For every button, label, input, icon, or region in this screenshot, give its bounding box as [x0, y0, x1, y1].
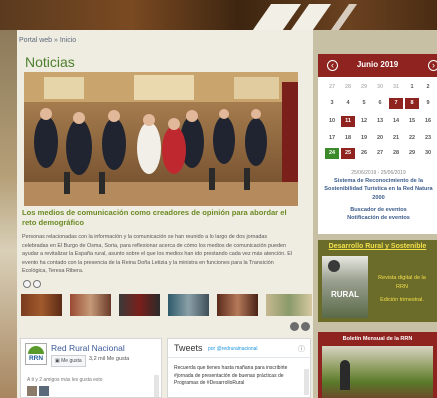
event-title-link[interactable]: Sistema de Reconocimiento de la Sostenib…	[320, 177, 437, 202]
rrn-facebook-box: RRN Red Rural Nacional ▣ Me gusta 3,2 mi…	[20, 338, 162, 398]
calendar-month: Junio 2019	[356, 60, 399, 69]
event-date-range: 25/06/2019 - 25/06/2019	[351, 170, 406, 176]
boletin-image[interactable]	[322, 346, 433, 398]
magazine-line-2: RRN	[396, 284, 408, 290]
prev-slide-icon[interactable]	[23, 280, 31, 288]
calendar-day-today[interactable]: 24	[325, 148, 339, 159]
rrn-logo[interactable]: RRN	[25, 343, 47, 365]
desarrollo-rural-box: Desarrollo Rural y Sostenible RURAL Revi…	[318, 240, 437, 322]
tweets-by[interactable]: por @redruralnacional	[208, 346, 258, 352]
calendar-day[interactable]: 23	[421, 133, 435, 144]
magazine-description: Revista digital de la RRN Edición trimes…	[370, 274, 434, 305]
calendar-day[interactable]: 3	[325, 98, 339, 109]
pause-slide-icon[interactable]	[33, 280, 41, 288]
desarrollo-title[interactable]: Desarrollo Rural y Sostenible	[318, 243, 437, 250]
calendar-header: ‹ Junio 2019 ›	[318, 54, 437, 77]
news-body: Personas relacionadas con la información…	[22, 234, 292, 274]
calendar-day[interactable]: 12	[357, 116, 371, 127]
calendar-day[interactable]: 14	[389, 116, 403, 127]
calendar-day[interactable]: 16	[421, 116, 435, 127]
boletin-person	[340, 360, 350, 390]
friends-like-text: A ti y 2 amigos más les gusta esto	[27, 377, 103, 383]
left-side-decoration	[0, 30, 17, 398]
magazine-line-1: Revista digital de la	[378, 275, 426, 281]
calendar-day[interactable]: 17	[325, 133, 339, 144]
news-thumbnail[interactable]	[168, 294, 209, 316]
search-events-link[interactable]: Buscador de eventos	[320, 206, 437, 214]
calendar-day[interactable]: 29	[405, 148, 419, 159]
news-headline[interactable]: Los medios de comunicación como creadore…	[22, 208, 294, 228]
rrn-page-name[interactable]: Red Rural Nacional	[51, 343, 125, 353]
cover-photo	[328, 260, 340, 272]
news-photo[interactable]	[24, 72, 298, 206]
calendar-day[interactable]: 21	[389, 133, 403, 144]
calendar-day-selected[interactable]: 25	[341, 148, 355, 159]
calendar-day[interactable]: 28	[341, 82, 355, 93]
rrn-logo-text: RRN	[28, 355, 44, 362]
news-thumbnail[interactable]	[266, 294, 312, 316]
calendar-day[interactable]: 31	[389, 82, 403, 93]
calendar-day[interactable]: 26	[357, 148, 371, 159]
tweets-title: Tweets	[174, 343, 203, 353]
tweet-text: Recuerda que tienes hasta mañana para in…	[174, 365, 288, 386]
calendar-day-event[interactable]: 11	[341, 116, 355, 127]
thumbs-prev-icon[interactable]	[290, 322, 299, 331]
likes-count: 3,2 mil Me gusta	[89, 356, 130, 362]
calendar-day[interactable]: 30	[421, 148, 435, 159]
calendar-event-info: 25/06/2019 - 25/06/2019 Sistema de Recon…	[320, 169, 437, 222]
calendar-day[interactable]: 5	[357, 98, 371, 109]
calendar-day[interactable]: 4	[341, 98, 355, 109]
calendar-day-event[interactable]: 8	[405, 98, 419, 109]
calendar-day[interactable]: 10	[325, 116, 339, 127]
calendar-day[interactable]: 2	[421, 82, 435, 93]
info-icon[interactable]: ⓘ	[298, 344, 305, 354]
calendar-day[interactable]: 22	[405, 133, 419, 144]
thumbs-next-icon[interactable]	[301, 322, 310, 331]
friend-avatar[interactable]	[39, 386, 49, 396]
calendar-day[interactable]: 6	[373, 98, 387, 109]
calendar-day[interactable]: 28	[389, 148, 403, 159]
calendar-day[interactable]: 18	[341, 133, 355, 144]
tweets-scrollbar[interactable]	[304, 369, 309, 395]
news-section-title: Noticias	[25, 54, 75, 70]
magazine-cover[interactable]: RURAL	[322, 256, 368, 318]
like-button-label: Me gusta	[61, 358, 82, 364]
magazine-frequency: Edición trimestral.	[380, 297, 424, 303]
calendar-day[interactable]: 29	[357, 82, 371, 93]
top-banner	[0, 0, 437, 30]
calendar-day[interactable]: 1	[405, 82, 419, 93]
calendar-day-event[interactable]: 7	[389, 98, 403, 109]
like-button[interactable]: ▣ Me gusta	[51, 355, 86, 367]
boletin-box: Boletín Mensual de la RRN	[318, 332, 437, 398]
calendar-day[interactable]: 9	[421, 98, 435, 109]
calendar-next-icon[interactable]: ›	[428, 60, 437, 71]
friend-avatar[interactable]	[27, 386, 37, 396]
news-thumbnail[interactable]	[70, 294, 111, 316]
calendar-day[interactable]: 20	[373, 133, 387, 144]
event-notification-link[interactable]: Notificación de eventos	[320, 214, 437, 222]
calendar-day[interactable]: 13	[373, 116, 387, 127]
rrn-logo-arc	[28, 346, 44, 354]
news-thumbnail[interactable]	[217, 294, 258, 316]
news-thumbnail[interactable]	[119, 294, 160, 316]
calendar-day[interactable]: 19	[357, 133, 371, 144]
news-thumbnails	[21, 294, 312, 316]
calendar-day[interactable]: 27	[373, 148, 387, 159]
cover-title: RURAL	[331, 290, 359, 299]
banner-stripe	[330, 4, 358, 30]
rrn-scrollbar[interactable]	[154, 375, 159, 397]
calendar-day[interactable]: 15	[405, 116, 419, 127]
breadcrumb[interactable]: Portal web » Inicio	[19, 37, 76, 44]
news-thumbnail[interactable]	[21, 294, 62, 316]
tweets-divider	[168, 357, 312, 358]
news-photo-image	[24, 72, 298, 206]
boletin-title[interactable]: Boletín Mensual de la RRN	[318, 336, 437, 342]
tweets-box: Tweets por @redruralnacional ⓘ Recuerda …	[167, 338, 312, 398]
calendar-day[interactable]: 27	[325, 82, 339, 93]
calendar-day[interactable]: 30	[373, 82, 387, 93]
